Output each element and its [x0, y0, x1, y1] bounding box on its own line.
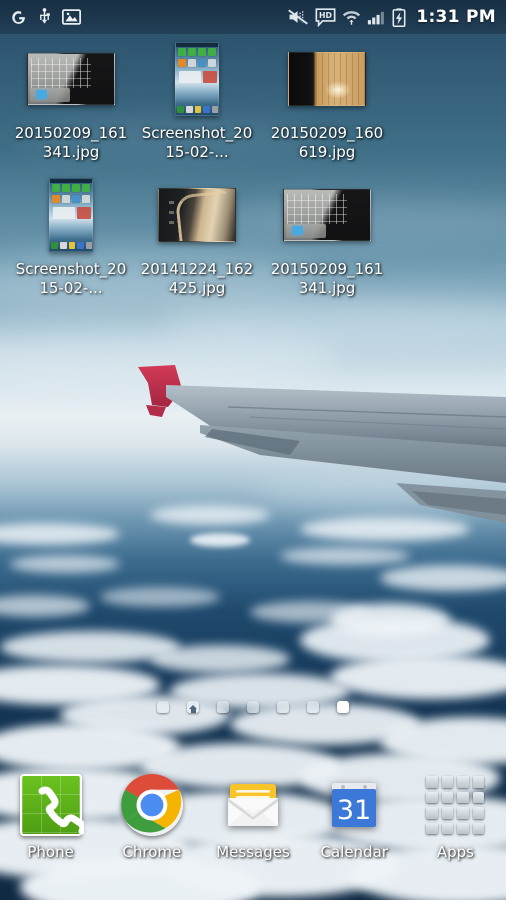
- apps-grid-icon: [424, 774, 486, 836]
- chrome-icon: [120, 774, 183, 836]
- home-glyph-icon: [189, 705, 197, 713]
- file-shortcut-screenshot-2015-02-b[interactable]: Screenshot_2015-02-...: [8, 176, 134, 298]
- page-dot-4[interactable]: [247, 701, 259, 713]
- file-shortcut-screenshot-2015-02-a[interactable]: Screenshot_2015-02-...: [134, 40, 260, 162]
- status-bar-clock: 1:31 PM: [416, 7, 496, 27]
- image-saved-icon: [62, 9, 81, 25]
- dock-label: Chrome: [122, 843, 182, 861]
- shortcut-label: 20150209_160619.jpg: [270, 124, 384, 161]
- file-shortcut-20141224-162425[interactable]: 20141224_162425.jpg: [134, 176, 260, 298]
- page-dot-2[interactable]: [187, 701, 199, 713]
- home-screen-icon-grid: 20150209_161341.jpg Screenshot_2015-02-.…: [0, 40, 506, 298]
- page-dot-6[interactable]: [307, 701, 319, 713]
- page-dot-7[interactable]: [337, 701, 349, 713]
- thumbnail-wrap: [175, 40, 219, 118]
- messages-icon: [222, 774, 284, 836]
- page-indicator[interactable]: [0, 701, 506, 713]
- dock-label: Phone: [27, 843, 74, 861]
- wifi-icon: [342, 8, 361, 26]
- phone-screenshot-thumbnail: [175, 42, 219, 116]
- shortcut-label: Screenshot_2015-02-...: [15, 260, 127, 297]
- thumbnail-wrap: [288, 40, 366, 118]
- wood-photo-thumbnail: [288, 52, 366, 106]
- dock-label: Calendar: [320, 843, 388, 861]
- dock-label: Apps: [436, 843, 474, 861]
- thumbnail-wrap: [49, 176, 93, 254]
- page-dot-1[interactable]: [157, 701, 169, 713]
- dock-item-chrome[interactable]: Chrome: [101, 774, 202, 861]
- shortcut-label: Screenshot_2015-02-...: [141, 124, 253, 161]
- shortcut-label: 20150209_161341.jpg: [270, 260, 384, 297]
- calendar-day-number: 31: [337, 795, 371, 826]
- shortcut-label: 20141224_162425.jpg: [140, 260, 254, 297]
- thumbnail-wrap: [283, 176, 371, 254]
- thumbnail-wrap: [158, 176, 236, 254]
- icon-row-2: Screenshot_2015-02-... 20141224_162425.j…: [0, 176, 506, 298]
- dock-item-calendar[interactable]: 31 Calendar: [304, 774, 405, 861]
- svg-text:HD: HD: [319, 10, 332, 19]
- dock-label: Messages: [216, 843, 290, 861]
- file-shortcut-20150209-161341[interactable]: 20150209_161341.jpg: [8, 40, 134, 162]
- hd-voice-icon: HD: [315, 7, 336, 27]
- icon-row-1: 20150209_161341.jpg Screenshot_2015-02-.…: [0, 40, 506, 162]
- glympse-icon: [10, 9, 27, 26]
- shortcut-label: 20150209_161341.jpg: [14, 124, 128, 161]
- calendar-icon: 31: [323, 774, 385, 836]
- status-bar[interactable]: HD 1:31 PM: [0, 0, 506, 34]
- keyboard-photo-thumbnail: [27, 53, 115, 105]
- phone-screenshot-thumbnail: [49, 178, 93, 252]
- mute-vibrate-icon: [287, 8, 309, 26]
- airplane-wing-illustration: [138, 365, 506, 523]
- page-dot-5[interactable]: [277, 701, 289, 713]
- book-photo-thumbnail: [158, 188, 236, 242]
- dock-item-apps[interactable]: Apps: [405, 774, 506, 861]
- dock-item-messages[interactable]: Messages: [202, 774, 303, 861]
- file-shortcut-20150209-161341-b[interactable]: 20150209_161341.jpg: [264, 176, 390, 298]
- thumbnail-wrap: [27, 40, 115, 118]
- battery-charging-icon: [392, 7, 406, 27]
- page-dot-3[interactable]: [217, 701, 229, 713]
- file-shortcut-20150209-160619[interactable]: 20150209_160619.jpg: [264, 40, 390, 162]
- usb-icon: [37, 8, 52, 26]
- status-bar-left-icons: [10, 8, 81, 26]
- status-bar-right-icons: HD 1:31 PM: [287, 7, 496, 27]
- phone-icon: [19, 774, 84, 836]
- dock-item-phone[interactable]: Phone: [0, 774, 101, 861]
- cellular-signal-icon: [367, 9, 386, 26]
- dock: Phone Chrome Messages 31 Calendar Apps: [0, 774, 506, 886]
- keyboard-photo-thumbnail: [283, 189, 371, 241]
